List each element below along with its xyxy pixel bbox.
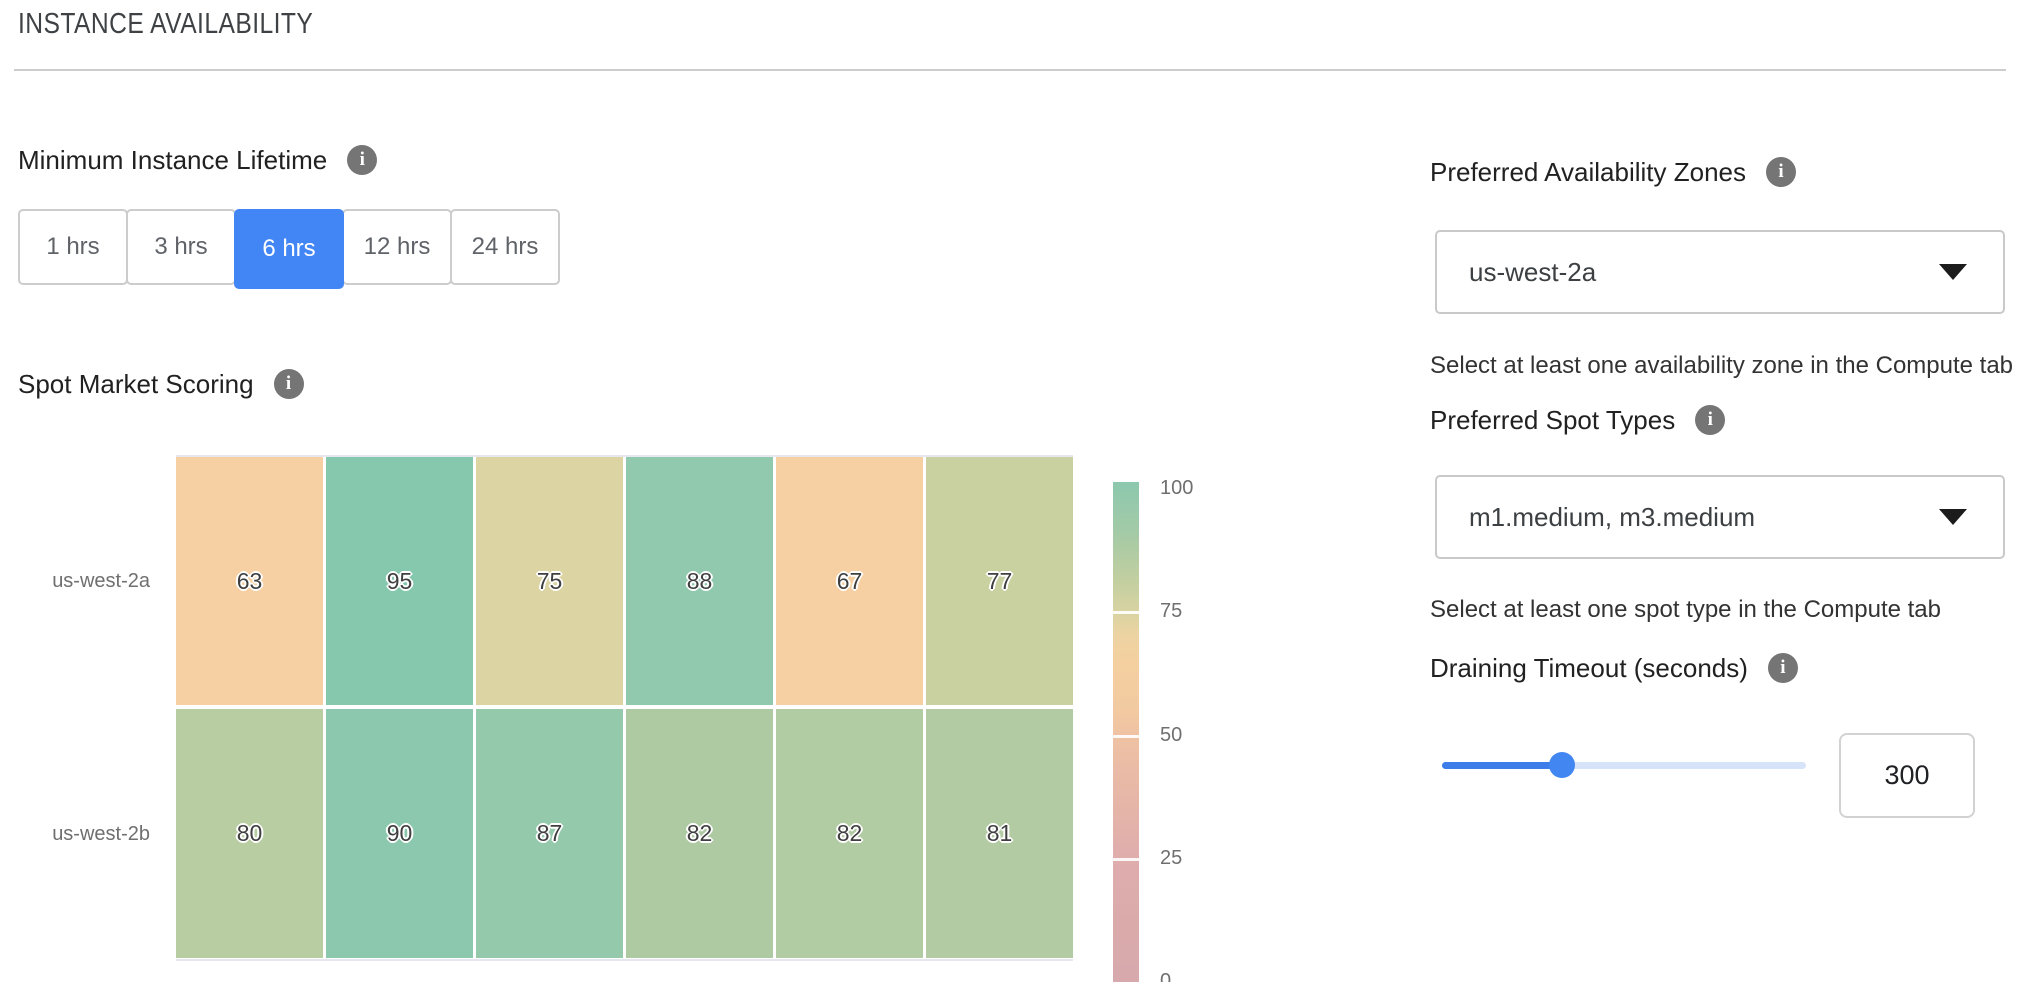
info-icon[interactable]: i	[1768, 653, 1798, 683]
heatmap-cell: 82	[776, 709, 923, 958]
info-icon[interactable]: i	[347, 145, 377, 175]
instance-availability-panel: INSTANCE AVAILABILITY Minimum Instance L…	[0, 0, 2020, 982]
colorbar-separator	[1113, 611, 1139, 614]
heatmap-colorbar	[1113, 482, 1139, 982]
info-icon[interactable]: i	[1695, 405, 1725, 435]
heatmap-row-label: us-west-2a	[0, 569, 150, 593]
lifetime-option-12-hrs[interactable]: 12 hrs	[342, 209, 452, 285]
preferred-spot-types-label-row: Preferred Spot Types i	[1430, 402, 1725, 438]
availability-zones-helper-text: Select at least one availability zone in…	[1430, 352, 2013, 380]
spot-market-scoring-label-row: Spot Market Scoring i	[18, 366, 304, 402]
spot-types-selected-value: m1.medium, m3.medium	[1469, 502, 1755, 533]
preferred-availability-zones-label-row: Preferred Availability Zones i	[1430, 154, 1796, 190]
minimum-instance-lifetime-label: Minimum Instance Lifetime	[18, 145, 327, 176]
lifetime-option-6-hrs[interactable]: 6 hrs	[234, 209, 344, 289]
heatmap-cell: 75	[476, 457, 623, 705]
heatmap-cell: 67	[776, 457, 923, 705]
info-icon[interactable]: i	[274, 369, 304, 399]
draining-timeout-slider-thumb[interactable]	[1549, 752, 1575, 778]
draining-timeout-input[interactable]	[1839, 733, 1975, 818]
heatmap-cell: 95	[326, 457, 473, 705]
heatmap-cell: 90	[326, 709, 473, 958]
availability-zones-select[interactable]: us-west-2a	[1435, 230, 2005, 314]
draining-timeout-slider-fill	[1442, 762, 1562, 769]
spot-types-select[interactable]: m1.medium, m3.medium	[1435, 475, 2005, 559]
lifetime-option-3-hrs[interactable]: 3 hrs	[126, 209, 236, 285]
heatmap-row-label: us-west-2b	[0, 822, 150, 846]
chevron-down-icon	[1939, 509, 1967, 525]
preferred-availability-zones-label: Preferred Availability Zones	[1430, 157, 1746, 188]
heatmap-row: 809087828281	[176, 709, 1073, 958]
heatmap-cell: 82	[626, 709, 773, 958]
availability-zones-selected-value: us-west-2a	[1469, 257, 1596, 288]
divider	[14, 69, 2006, 71]
heatmap-cell: 63	[176, 457, 323, 705]
minimum-instance-lifetime-label-row: Minimum Instance Lifetime i	[18, 142, 377, 178]
heatmap-cell: 88	[626, 457, 773, 705]
colorbar-separator	[1113, 735, 1139, 738]
colorbar-tick-label: 100	[1160, 476, 1193, 500]
heatmap-axis-line-bottom	[176, 959, 1073, 961]
draining-timeout-label-row: Draining Timeout (seconds) i	[1430, 650, 1798, 686]
colorbar-separator	[1113, 858, 1139, 861]
spot-types-helper-text: Select at least one spot type in the Com…	[1430, 596, 1941, 624]
heatmap-cell: 77	[926, 457, 1073, 705]
colorbar-tick-label: 50	[1160, 723, 1182, 747]
minimum-instance-lifetime-button-group: 1 hrs3 hrs6 hrs12 hrs24 hrs	[18, 209, 560, 289]
heatmap-cell: 80	[176, 709, 323, 958]
heatmap-cell: 87	[476, 709, 623, 958]
colorbar-tick-label: 25	[1160, 846, 1182, 870]
lifetime-option-24-hrs[interactable]: 24 hrs	[450, 209, 560, 285]
lifetime-option-1-hrs[interactable]: 1 hrs	[18, 209, 128, 285]
heatmap-row: 639575886777	[176, 457, 1073, 705]
preferred-spot-types-label: Preferred Spot Types	[1430, 405, 1675, 436]
colorbar-tick-label: 0	[1160, 969, 1171, 982]
draining-timeout-label: Draining Timeout (seconds)	[1430, 653, 1748, 684]
heatmap-cell: 81	[926, 709, 1073, 958]
chevron-down-icon	[1939, 264, 1967, 280]
info-icon[interactable]: i	[1766, 157, 1796, 187]
page-title: INSTANCE AVAILABILITY	[18, 8, 313, 41]
spot-market-scoring-label: Spot Market Scoring	[18, 369, 254, 400]
colorbar-tick-label: 75	[1160, 599, 1182, 623]
